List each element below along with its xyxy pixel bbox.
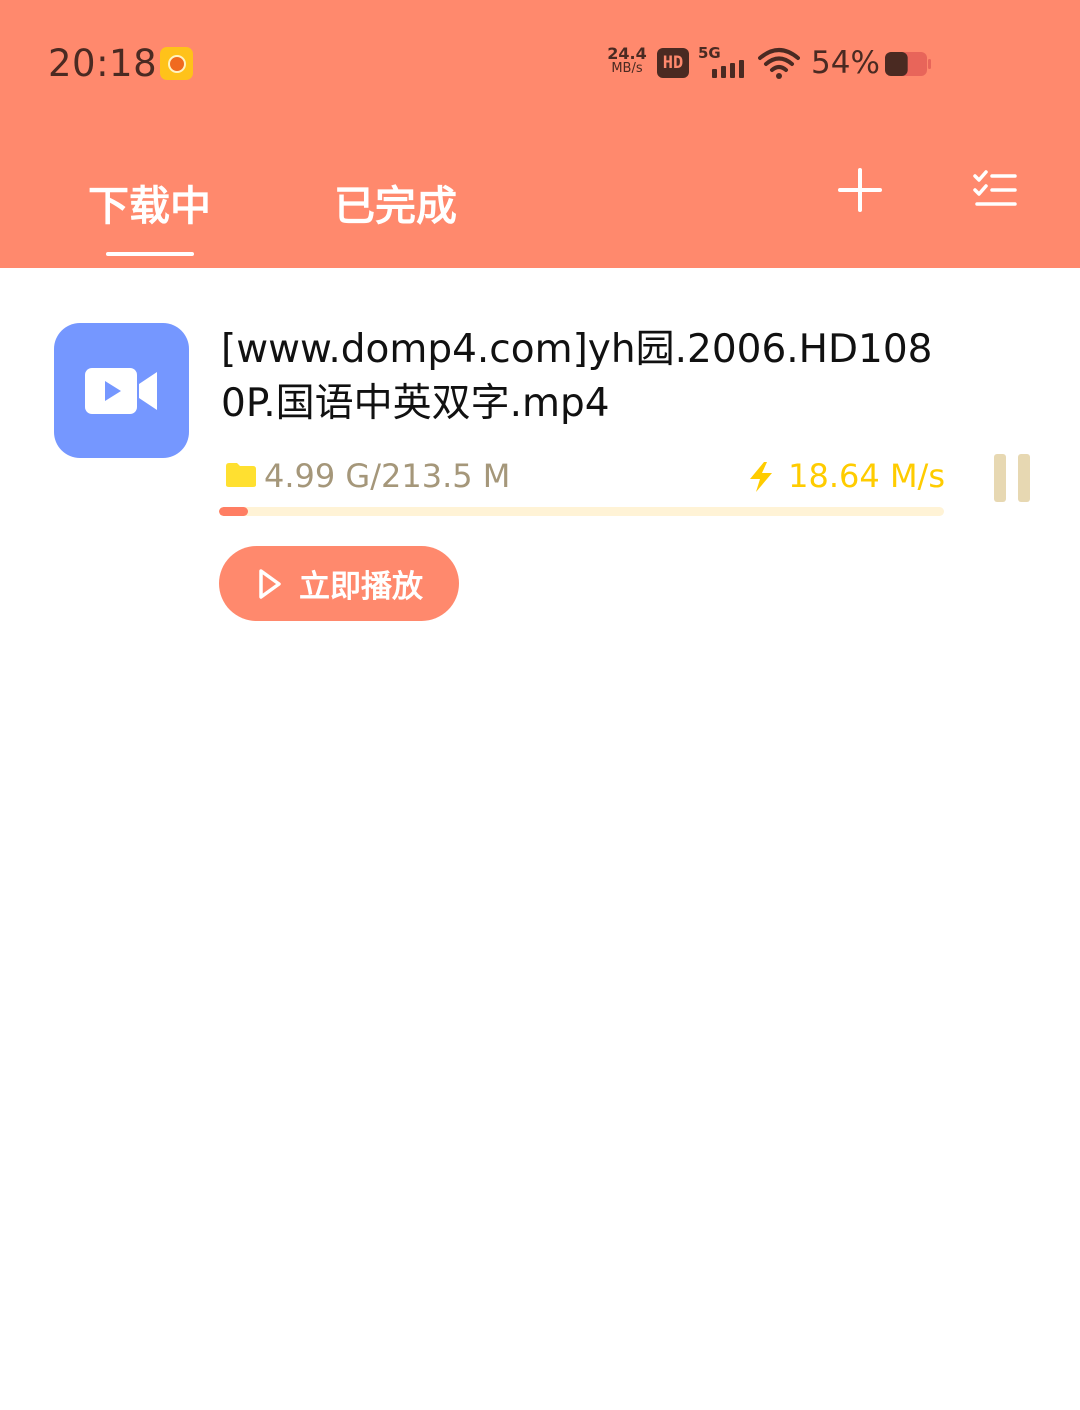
download-meta: 4.99 G/213.5 M 18.64 M/s bbox=[221, 454, 945, 500]
play-icon bbox=[259, 568, 281, 599]
folder-icon bbox=[226, 463, 256, 487]
tab-downloading[interactable]: 下载中 bbox=[88, 172, 211, 232]
video-thumbnail bbox=[54, 323, 189, 458]
play-now-label: 立即播放 bbox=[299, 569, 423, 605]
tab-bar: 下载中 已完成 bbox=[0, 150, 1080, 268]
cellular-signal-icon: 5G bbox=[698, 44, 750, 80]
active-tab-indicator bbox=[106, 252, 194, 256]
plus-icon bbox=[838, 168, 882, 212]
download-progress-bar bbox=[219, 507, 944, 516]
download-size: 4.99 G/213.5 M bbox=[264, 457, 511, 495]
status-bar: 20:18 24.4 MB/s HD 5G 54% bbox=[0, 0, 1080, 130]
network-speed-unit: MB/s bbox=[611, 61, 643, 76]
hd-badge: HD bbox=[657, 48, 689, 78]
checklist-icon bbox=[973, 170, 1017, 206]
add-download-button[interactable] bbox=[830, 160, 890, 220]
video-camera-icon bbox=[84, 367, 157, 414]
download-title: [www.domp4.com]yh园.2006.HD1080P.国语中英双字.m… bbox=[221, 327, 933, 426]
battery-icon bbox=[885, 52, 931, 76]
pause-button[interactable] bbox=[990, 452, 1036, 504]
app-notification-icon bbox=[160, 47, 193, 80]
download-progress-fill bbox=[219, 507, 248, 516]
tab-completed[interactable]: 已完成 bbox=[334, 172, 457, 232]
play-now-button[interactable]: 立即播放 bbox=[219, 546, 459, 621]
wifi-icon bbox=[758, 48, 800, 79]
pause-icon bbox=[994, 454, 1006, 502]
batch-manage-button[interactable] bbox=[965, 160, 1025, 220]
status-time: 20:18 bbox=[48, 42, 158, 85]
battery-percent: 54% bbox=[811, 45, 880, 81]
app-header: 20:18 24.4 MB/s HD 5G 54% 下载中 已完成 bbox=[0, 0, 1080, 268]
network-speed-value: 24.4 bbox=[607, 44, 647, 63]
download-speed: 18.64 M/s bbox=[788, 457, 945, 495]
network-type: 5G bbox=[698, 44, 721, 62]
download-item[interactable]: [www.domp4.com]yh园.2006.HD1080P.国语中英双字.m… bbox=[0, 268, 1080, 648]
lightning-icon bbox=[750, 462, 772, 492]
network-speed: 24.4 MB/s bbox=[604, 44, 650, 77]
